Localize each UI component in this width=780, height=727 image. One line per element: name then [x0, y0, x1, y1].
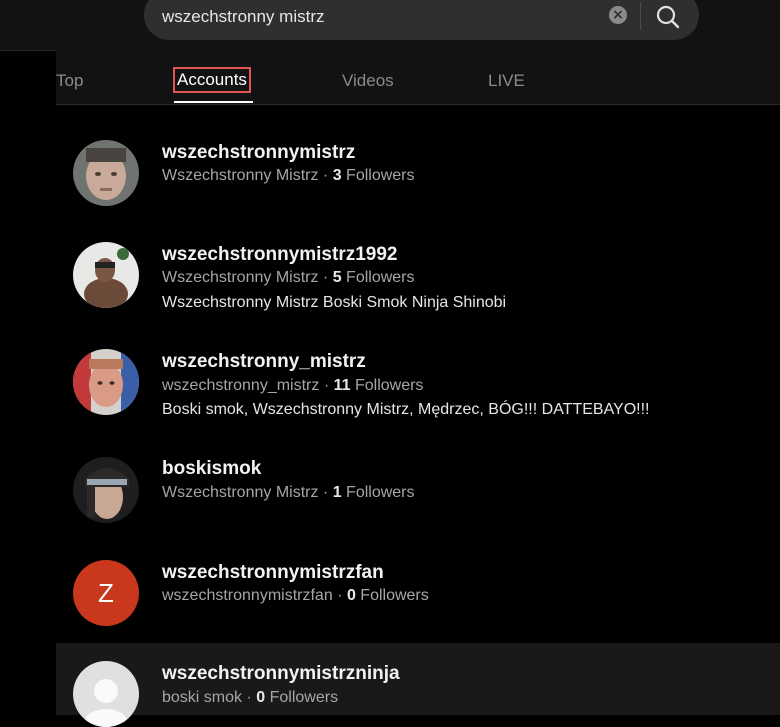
avatar[interactable]: [73, 140, 139, 206]
avatar[interactable]: [73, 457, 139, 523]
search-input[interactable]: [162, 7, 582, 27]
display-name: wszechstronny_mistrz: [162, 377, 320, 394]
active-tab-indicator: [174, 101, 253, 103]
account-meta: Wszechstronny Mistrz · 3 Followers: [162, 167, 415, 184]
account-row[interactable]: Z wszechstronnymistrzfan wszechstronnymi…: [56, 522, 780, 643]
search-icon: [656, 5, 680, 29]
account-meta: wszechstronny_mistrz · 11 Followers: [162, 377, 424, 394]
followers-label: Followers: [360, 587, 429, 604]
display-name: Wszechstronny Mistrz: [162, 484, 319, 501]
account-meta: Wszechstronny Mistrz · 5 Followers: [162, 269, 415, 286]
followers-label: Followers: [346, 484, 415, 501]
clear-search-button[interactable]: ×: [609, 6, 627, 24]
tab-accounts[interactable]: Accounts: [173, 67, 251, 93]
account-meta: Wszechstronny Mistrz · 1 Followers: [162, 484, 415, 501]
account-username[interactable]: wszechstronnymistrz1992: [162, 244, 398, 266]
avatar[interactable]: [73, 349, 139, 415]
default-avatar-icon: [73, 661, 139, 727]
avatar[interactable]: [73, 242, 139, 308]
followers-label: Followers: [269, 689, 339, 706]
account-row[interactable]: wszechstronnymistrz1992 Wszechstronny Mi…: [56, 206, 780, 312]
followers-count: 0: [256, 689, 266, 706]
account-list: wszechstronnymistrz Wszechstronny Mistrz…: [56, 104, 780, 727]
account-row[interactable]: boskismok Wszechstronny Mistrz · 1 Follo…: [56, 420, 780, 523]
followers-label: Followers: [346, 269, 415, 286]
followers-count: 0: [346, 587, 356, 604]
account-username[interactable]: boskismok: [162, 458, 261, 480]
followers-count: 5: [332, 269, 342, 286]
account-row[interactable]: wszechstronnymistrzninja boski smok · 0 …: [56, 643, 780, 727]
account-bio: Boski smok, Wszechstronny Mistrz, Mędrze…: [162, 401, 650, 418]
account-row[interactable]: wszechstronnymistrz Wszechstronny Mistrz…: [56, 104, 780, 206]
followers-count: 3: [332, 167, 342, 184]
followers-label: Followers: [346, 167, 415, 184]
account-row[interactable]: wszechstronny_mistrz wszechstronny_mistr…: [56, 312, 780, 420]
display-name: Wszechstronny Mistrz: [162, 269, 319, 286]
account-username[interactable]: wszechstronny_mistrz: [162, 351, 366, 373]
tab-live[interactable]: LIVE: [488, 71, 525, 91]
account-username[interactable]: wszechstronnymistrzfan: [162, 562, 384, 584]
followers-count: 1: [332, 484, 342, 501]
avatar-letter: Z: [98, 578, 114, 608]
result-tabs: Top Accounts Videos LIVE: [56, 50, 780, 105]
account-username[interactable]: wszechstronnymistrz: [162, 142, 355, 164]
account-bio: Wszechstronny Mistrz Boski Smok Ninja Sh…: [162, 294, 507, 311]
avatar[interactable]: Z: [73, 560, 139, 626]
followers-label: Followers: [354, 377, 424, 394]
avatar[interactable]: [73, 661, 139, 727]
account-username[interactable]: wszechstronnymistrzninja: [162, 663, 400, 685]
display-name: boski smok: [162, 689, 243, 706]
account-meta: wszechstronnymistrzfan · 0 Followers: [162, 587, 429, 604]
top-bar: ×: [0, 0, 780, 51]
tab-videos[interactable]: Videos: [342, 71, 394, 91]
followers-count: 11: [333, 377, 351, 394]
clear-icon: ×: [612, 7, 624, 23]
search-button[interactable]: [654, 3, 682, 31]
search-divider: [640, 2, 641, 30]
tab-top[interactable]: Top: [56, 71, 83, 91]
search-bar: ×: [144, 0, 699, 40]
display-name: wszechstronnymistrzfan: [162, 587, 333, 604]
display-name: Wszechstronny Mistrz: [162, 167, 319, 184]
account-meta: boski smok · 0 Followers: [162, 689, 339, 706]
